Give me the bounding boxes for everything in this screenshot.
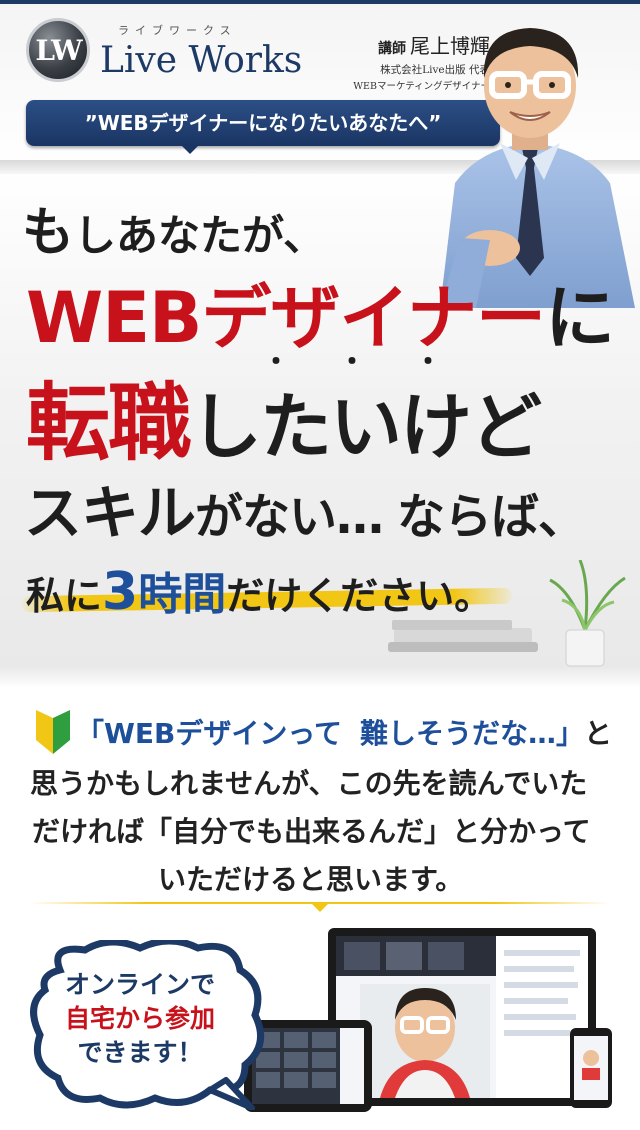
intro-line-3: だければ「自分でも出来るんだ」と分かって bbox=[32, 815, 591, 848]
headline-skill: スキル bbox=[24, 479, 196, 547]
hero-section: LW ライブワークス Live Works 講師 尾上博輝 株式会社Live出版 … bbox=[0, 0, 640, 668]
intro-line-4: いただけると思います。 bbox=[158, 863, 464, 896]
logo-kana: ライブワークス bbox=[118, 24, 237, 37]
intro-quote-open: 「WEBデザインって bbox=[76, 717, 342, 750]
headline-tenshoku: 転職 bbox=[26, 374, 192, 472]
bubble-line-2: 自宅から参加 bbox=[64, 1004, 215, 1033]
instructor-role: 講師 bbox=[378, 41, 406, 57]
headline-line-1-rest: しあなたが、 bbox=[74, 211, 326, 260]
headline-jikan: 時間 bbox=[138, 569, 227, 620]
top-bar bbox=[0, 0, 640, 4]
bubble-line-3: できます！ bbox=[77, 1038, 203, 1067]
landing-page: LW ライブワークス Live Works 講師 尾上博輝 株式会社Live出版 … bbox=[0, 0, 640, 1130]
headline-ganai: がない… bbox=[195, 489, 384, 545]
headline-line-1-big: も bbox=[22, 203, 75, 263]
headline-dakekudasai: だけください。 bbox=[226, 574, 493, 618]
headline-line-2-particle: に bbox=[544, 277, 615, 359]
headline-naraba: ならば、 bbox=[397, 489, 586, 545]
headline-line-3: 転職したいけど bbox=[26, 356, 542, 477]
intro-quote-close: 難しそうだな…」 bbox=[359, 717, 584, 750]
headline-line-1: もしあなたが、 bbox=[22, 190, 325, 265]
desk-laptop bbox=[388, 620, 538, 652]
intro-line-1: 「WEBデザインって 難しそうだな…」と bbox=[76, 712, 612, 752]
wakaba-beginner-icon bbox=[36, 710, 70, 754]
tagline-tail bbox=[180, 144, 200, 154]
intro-line-2: 思うかもしれませんが、この先を読んでいた bbox=[30, 767, 588, 800]
online-devices-illustration bbox=[244, 928, 612, 1112]
desk-plant bbox=[549, 560, 626, 667]
intro-quote-after: と bbox=[583, 717, 612, 750]
bubble-text: オンラインで 自宅から参加 できます！ bbox=[40, 968, 240, 1070]
headline-watashini: 私に bbox=[26, 574, 103, 618]
headline-line-4: スキルがない… ならば、 bbox=[24, 466, 586, 550]
logo-mark: LW bbox=[26, 18, 90, 82]
divider-arrow bbox=[310, 902, 330, 912]
headline-line-5: 私に3時間だけください。 bbox=[26, 558, 492, 622]
headline-three: 3 bbox=[102, 562, 139, 622]
headline-line-3-rest: したいけど bbox=[190, 385, 542, 469]
logo-name: Live Works bbox=[100, 40, 303, 81]
bubble-line-1: オンラインで bbox=[64, 970, 215, 999]
